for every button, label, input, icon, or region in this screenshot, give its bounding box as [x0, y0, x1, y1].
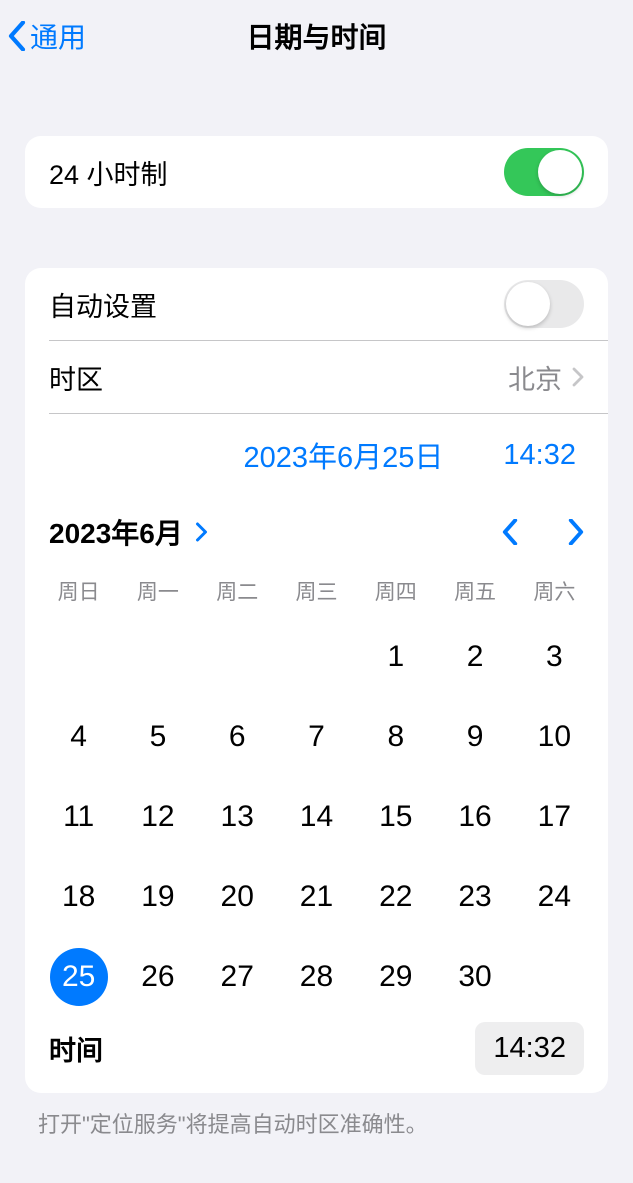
label-timezone: 时区 [49, 358, 103, 397]
weekday-label: 周二 [198, 570, 277, 612]
back-button[interactable]: 通用 [8, 16, 86, 56]
calendar-day[interactable]: 22 [356, 868, 435, 926]
calendar-day[interactable]: 7 [277, 708, 356, 766]
weekday-label: 周四 [356, 570, 435, 612]
calendar-day[interactable]: 28 [277, 948, 356, 1006]
time-picker[interactable]: 14:32 [475, 1022, 584, 1075]
calendar-day[interactable]: 8 [356, 708, 435, 766]
calendar-day[interactable]: 3 [515, 628, 594, 686]
weekday-label: 周三 [277, 570, 356, 612]
back-label: 通用 [30, 16, 86, 56]
calendar-day[interactable]: 24 [515, 868, 594, 926]
month-label-text: 2023年6月 [49, 512, 183, 552]
next-month-button[interactable] [568, 519, 584, 545]
calendar-day[interactable]: 4 [39, 708, 118, 766]
row-24hour: 24 小时制 [25, 136, 608, 208]
calendar-day[interactable]: 18 [39, 868, 118, 926]
page-title: 日期与时间 [0, 16, 633, 56]
calendar-day[interactable]: 14 [277, 788, 356, 846]
calendar-day[interactable]: 26 [118, 948, 197, 1006]
calendar-day[interactable]: 5 [118, 708, 197, 766]
chevron-left-icon [8, 21, 26, 51]
calendar-day[interactable]: 9 [435, 708, 514, 766]
calendar-day[interactable]: 30 [435, 948, 514, 1006]
weekday-label: 周五 [435, 570, 514, 612]
row-auto: 自动设置 [25, 268, 608, 340]
calendar-day[interactable]: 6 [198, 708, 277, 766]
calendar-day[interactable]: 27 [198, 948, 277, 1006]
calendar-day[interactable]: 17 [515, 788, 594, 846]
calendar-day[interactable]: 21 [277, 868, 356, 926]
footnote: 打开"定位服务"将提高自动时区准确性。 [0, 1093, 633, 1139]
weekday-label: 周一 [118, 570, 197, 612]
calendar-day[interactable]: 13 [198, 788, 277, 846]
month-picker[interactable]: 2023年6月 [49, 512, 208, 552]
calendar-day[interactable]: 29 [356, 948, 435, 1006]
label-24hour: 24 小时制 [49, 153, 168, 192]
weekday-label: 周日 [39, 570, 118, 612]
calendar-day[interactable]: 23 [435, 868, 514, 926]
row-timezone[interactable]: 时区 北京 [25, 341, 608, 413]
calendar-day[interactable]: 1 [356, 628, 435, 686]
chevron-right-icon [195, 522, 208, 542]
time-display[interactable]: 14:32 [503, 439, 576, 472]
value-timezone: 北京 [508, 358, 562, 397]
calendar-day[interactable]: 10 [515, 708, 594, 766]
calendar-day[interactable]: 16 [435, 788, 514, 846]
calendar-day[interactable]: 25 [39, 948, 118, 1006]
prev-month-button[interactable] [502, 519, 518, 545]
switch-24hour[interactable] [504, 148, 584, 196]
chevron-right-icon [572, 367, 584, 387]
label-auto: 自动设置 [49, 285, 157, 324]
calendar-day[interactable]: 2 [435, 628, 514, 686]
switch-auto[interactable] [504, 280, 584, 328]
date-display[interactable]: 2023年6月25日 [244, 434, 444, 476]
calendar-day[interactable]: 19 [118, 868, 197, 926]
calendar-day[interactable]: 15 [356, 788, 435, 846]
time-label: 时间 [49, 1029, 103, 1068]
weekday-label: 周六 [515, 570, 594, 612]
calendar-day[interactable]: 20 [198, 868, 277, 926]
calendar-day[interactable]: 12 [118, 788, 197, 846]
calendar-day[interactable]: 11 [39, 788, 118, 846]
